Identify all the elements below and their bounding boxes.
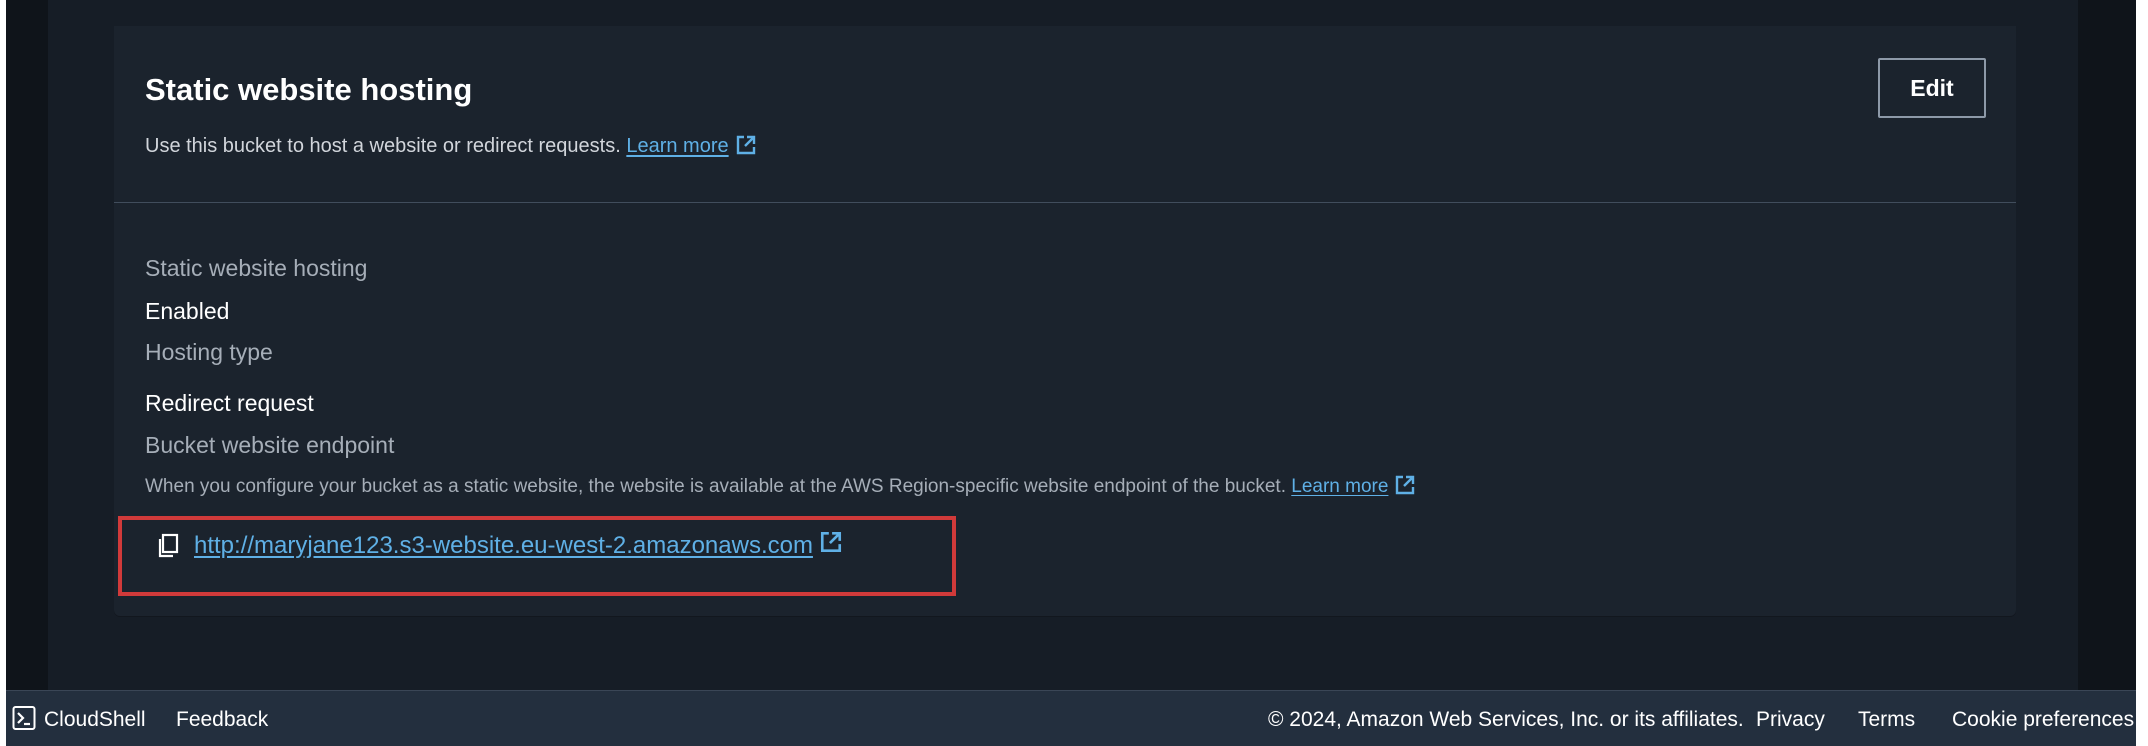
cookie-preferences-link[interactable]: Cookie preferences xyxy=(1952,708,2134,732)
copyright-text: © 2024, Amazon Web Services, Inc. or its… xyxy=(1268,708,1744,731)
external-link-icon[interactable] xyxy=(735,134,757,162)
console-footer: CloudShell Feedback © 2024, Amazon Web S… xyxy=(6,690,2136,746)
panel-header: Static website hosting Use this bucket t… xyxy=(114,26,2016,203)
endpoint-learn-more-link[interactable]: Learn more xyxy=(1291,476,1388,497)
endpoint-note: When you configure your bucket as a stat… xyxy=(145,474,1416,502)
panel-description: Use this bucket to host a website or red… xyxy=(145,134,757,162)
endpoint-note-text: When you configure your bucket as a stat… xyxy=(145,476,1286,497)
hosting-type-label: Hosting type xyxy=(145,339,273,365)
endpoint-label: Bucket website endpoint xyxy=(145,432,395,458)
hosting-type-value: Redirect request xyxy=(145,390,314,416)
privacy-link[interactable]: Privacy xyxy=(1756,708,1825,732)
console-frame: Static website hosting Use this bucket t… xyxy=(6,0,2136,746)
learn-more-link[interactable]: Learn more xyxy=(626,135,728,157)
endpoint-highlight-box xyxy=(118,516,956,596)
panel-title: Static website hosting xyxy=(145,72,473,107)
edit-button[interactable]: Edit xyxy=(1878,58,1986,118)
external-link-icon[interactable] xyxy=(1394,474,1416,502)
panel-description-text: Use this bucket to host a website or red… xyxy=(145,135,621,157)
terms-link[interactable]: Terms xyxy=(1858,708,1915,732)
hosting-value: Enabled xyxy=(145,298,230,324)
cloudshell-link[interactable]: CloudShell xyxy=(44,708,146,732)
hosting-label: Static website hosting xyxy=(145,255,368,281)
feedback-link[interactable]: Feedback xyxy=(176,708,268,732)
cloudshell-icon[interactable] xyxy=(12,705,36,736)
